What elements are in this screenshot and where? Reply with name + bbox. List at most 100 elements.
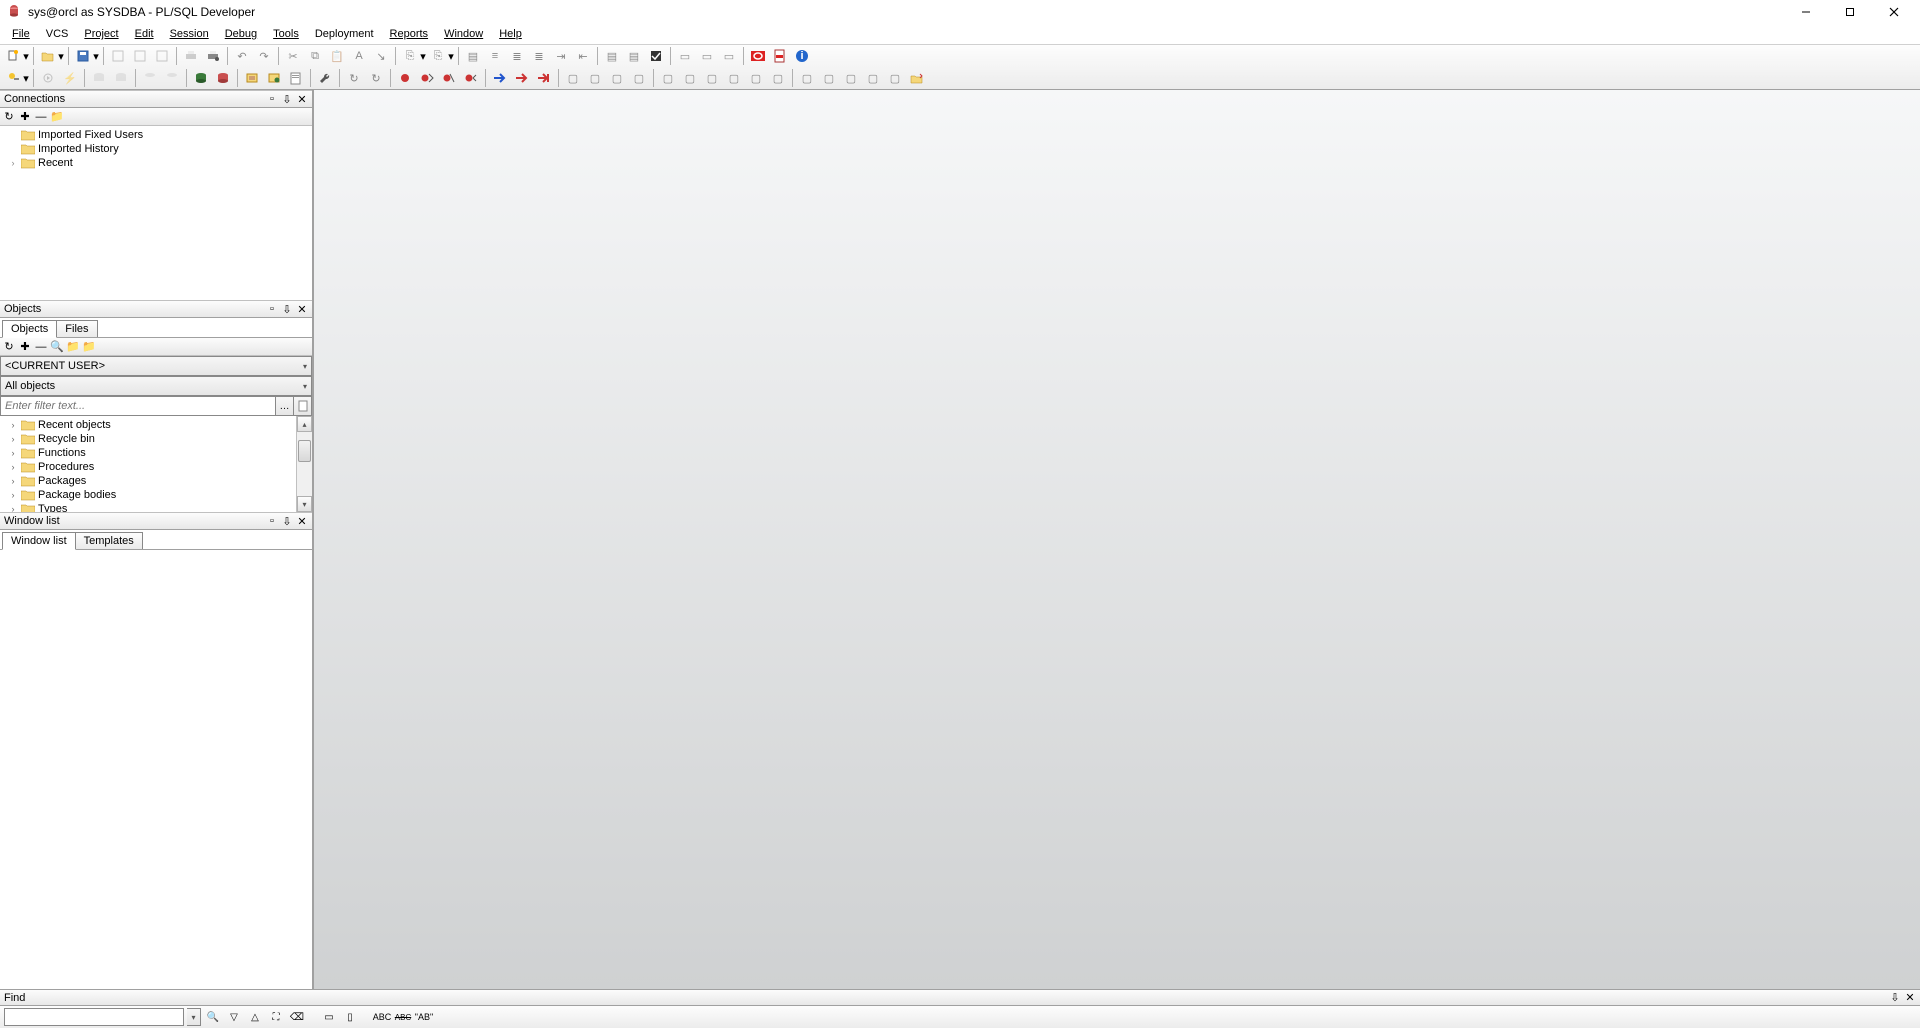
logon-dropdown-icon[interactable]: ▾: [22, 72, 30, 85]
find-next-icon[interactable]: 🔍: [204, 1008, 222, 1026]
panel-maximize-icon[interactable]: ▫: [266, 303, 278, 315]
folder-icon[interactable]: 📁: [66, 340, 80, 354]
tb-k4[interactable]: [461, 68, 481, 88]
panel-pin-icon[interactable]: ⇩: [281, 93, 293, 105]
open-dropdown-icon[interactable]: ▾: [57, 50, 65, 63]
user-dropdown[interactable]: <CURRENT USER> ▾: [0, 356, 312, 376]
find-history-dropdown-icon[interactable]: ▾: [187, 1008, 201, 1026]
tab-templates[interactable]: Templates: [75, 532, 143, 549]
chevron-right-icon[interactable]: ›: [8, 420, 18, 430]
tree-node-imported-history[interactable]: Imported History: [0, 142, 312, 156]
pdf-button[interactable]: [770, 46, 790, 66]
find-input[interactable]: [4, 1008, 184, 1026]
find-icon[interactable]: 🔍: [50, 340, 64, 354]
filter-type-dropdown[interactable]: All objects ▾: [0, 376, 312, 396]
scroll-down-icon[interactable]: ▾: [297, 496, 312, 512]
panel-pin-icon[interactable]: ⇩: [281, 515, 293, 527]
tb-k3[interactable]: [439, 68, 459, 88]
new-button[interactable]: [3, 46, 23, 66]
menu-tools[interactable]: Tools: [265, 26, 307, 42]
tree-node-types[interactable]: ›Types: [0, 502, 296, 512]
find-word-icon[interactable]: ABC: [394, 1008, 412, 1026]
menu-debug[interactable]: Debug: [217, 26, 265, 42]
print-setup-button[interactable]: [203, 46, 223, 66]
tb-c2-dropdown-icon[interactable]: ▾: [447, 50, 455, 63]
panel-close-icon[interactable]: ✕: [296, 515, 308, 527]
menu-vcs[interactable]: VCS: [38, 26, 77, 42]
open-button[interactable]: [38, 46, 58, 66]
panel-close-icon[interactable]: ✕: [1904, 992, 1916, 1004]
panel-close-icon[interactable]: ✕: [296, 303, 308, 315]
panel-pin-icon[interactable]: ⇩: [281, 303, 293, 315]
chevron-right-icon[interactable]: ›: [8, 476, 18, 486]
panel-maximize-icon[interactable]: ▫: [266, 93, 278, 105]
tab-objects[interactable]: Objects: [2, 320, 57, 338]
tree-node-recent-objects[interactable]: ›Recent objects: [0, 418, 296, 432]
filter-more-button[interactable]: …: [276, 396, 294, 416]
tab-window-list[interactable]: Window list: [2, 532, 76, 550]
refresh-icon[interactable]: ↻: [2, 340, 16, 354]
panel-close-icon[interactable]: ✕: [296, 93, 308, 105]
tb-i3[interactable]: [286, 68, 306, 88]
add-icon[interactable]: ✚: [18, 110, 32, 124]
find-regex-icon[interactable]: "AB": [415, 1008, 433, 1026]
refresh-icon[interactable]: ↻: [2, 110, 16, 124]
remove-icon[interactable]: —: [34, 110, 48, 124]
tree-node-packages[interactable]: ›Packages: [0, 474, 296, 488]
find-down-icon[interactable]: ▽: [225, 1008, 243, 1026]
tree-node-recent[interactable]: › Recent: [0, 156, 312, 170]
tb-k2[interactable]: [417, 68, 437, 88]
tree-node-recycle-bin[interactable]: ›Recycle bin: [0, 432, 296, 446]
menu-session[interactable]: Session: [162, 26, 217, 42]
wrench-button[interactable]: [315, 68, 335, 88]
nav-fwd-button[interactable]: [512, 68, 532, 88]
remove-icon[interactable]: —: [34, 340, 48, 354]
logon-button[interactable]: [3, 68, 23, 88]
filter-doc-button[interactable]: [294, 396, 312, 416]
chevron-right-icon[interactable]: ›: [8, 490, 18, 500]
menu-help[interactable]: Help: [491, 26, 530, 42]
menu-edit[interactable]: Edit: [127, 26, 162, 42]
tree-node-imported-fixed-users[interactable]: Imported Fixed Users: [0, 128, 312, 142]
objects-scrollbar[interactable]: ▴ ▾: [296, 416, 312, 512]
tb-btn-e3[interactable]: [646, 46, 666, 66]
oracle-button[interactable]: [748, 46, 768, 66]
menu-window[interactable]: Window: [436, 26, 491, 42]
nav-last-button[interactable]: [534, 68, 554, 88]
panel-pin-icon[interactable]: ⇩: [1889, 992, 1901, 1004]
filter-input[interactable]: [0, 396, 276, 416]
tb-h1[interactable]: [191, 68, 211, 88]
chevron-right-icon[interactable]: ›: [8, 504, 18, 512]
folder-add-icon[interactable]: 📁: [50, 110, 64, 124]
tb-h2[interactable]: [213, 68, 233, 88]
tb-i1[interactable]: [242, 68, 262, 88]
save-button[interactable]: [73, 46, 93, 66]
scroll-track[interactable]: [297, 432, 312, 496]
tree-node-package-bodies[interactable]: ›Package bodies: [0, 488, 296, 502]
tree-node-procedures[interactable]: ›Procedures: [0, 460, 296, 474]
scroll-up-icon[interactable]: ▴: [297, 416, 312, 432]
tree-node-functions[interactable]: ›Functions: [0, 446, 296, 460]
menu-reports[interactable]: Reports: [382, 26, 437, 42]
folder-add-icon[interactable]: 📁: [82, 340, 96, 354]
chevron-right-icon[interactable]: ›: [8, 434, 18, 444]
menu-project[interactable]: Project: [76, 26, 126, 42]
maximize-button[interactable]: [1828, 0, 1872, 24]
close-button[interactable]: [1872, 0, 1916, 24]
save-dropdown-icon[interactable]: ▾: [92, 50, 100, 63]
menu-file[interactable]: File: [4, 26, 38, 42]
find-clear-icon[interactable]: ⌫: [288, 1008, 306, 1026]
find-up-icon[interactable]: △: [246, 1008, 264, 1026]
new-dropdown-icon[interactable]: ▾: [22, 50, 30, 63]
tb-k1[interactable]: [395, 68, 415, 88]
info-button[interactable]: i: [792, 46, 812, 66]
find-opt1-icon[interactable]: ▭: [320, 1008, 338, 1026]
nav-back-button[interactable]: [490, 68, 510, 88]
tb-n6[interactable]: [907, 68, 927, 88]
menu-deployment[interactable]: Deployment: [307, 26, 382, 42]
chevron-right-icon[interactable]: ›: [8, 448, 18, 458]
find-all-icon[interactable]: ⛶: [267, 1008, 285, 1026]
tab-files[interactable]: Files: [56, 320, 97, 337]
chevron-right-icon[interactable]: ›: [8, 462, 18, 472]
add-icon[interactable]: ✚: [18, 340, 32, 354]
